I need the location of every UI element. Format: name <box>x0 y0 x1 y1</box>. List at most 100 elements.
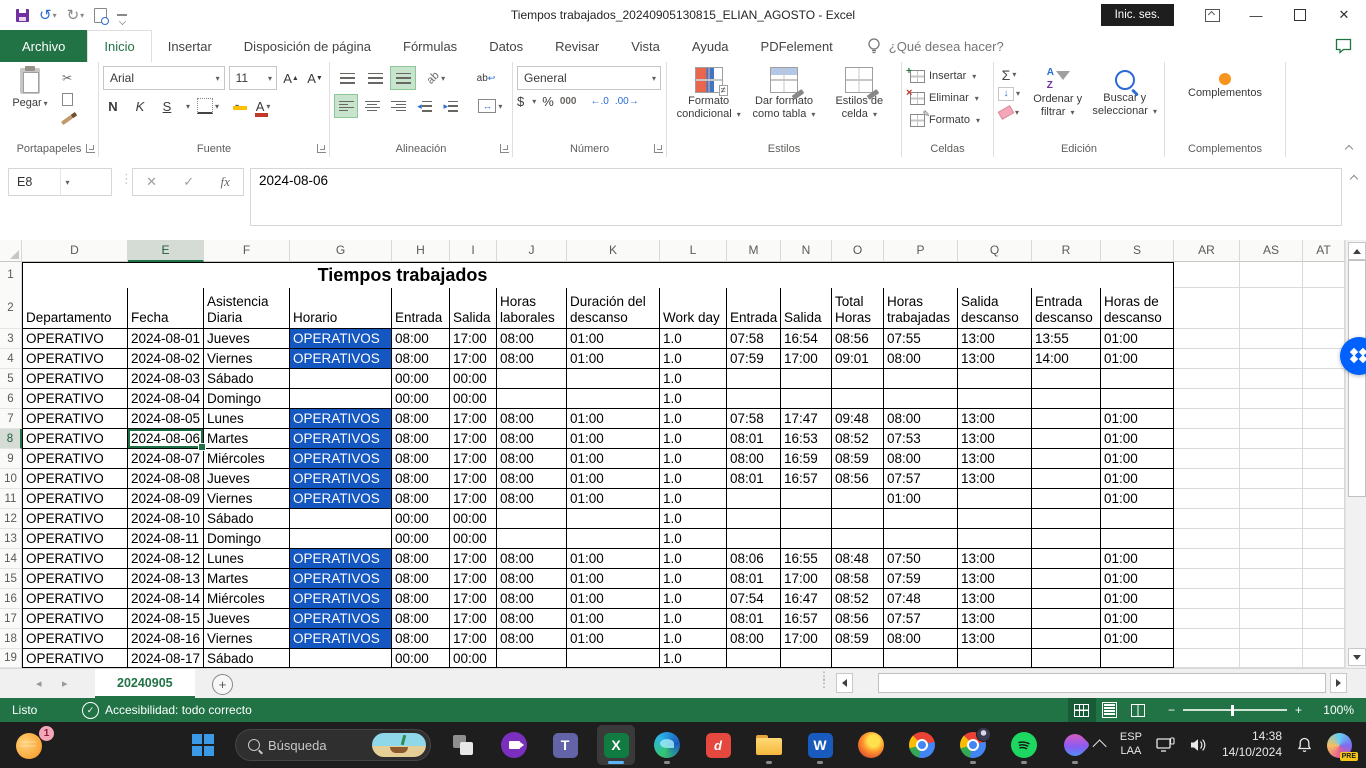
conditional-formatting-button[interactable]: Formato condicional ▾ <box>671 66 746 140</box>
cell-AT[interactable] <box>1303 469 1345 489</box>
addins-button[interactable]: Complementos <box>1180 66 1270 140</box>
cell-E5[interactable]: 2024-08-03 <box>128 369 204 389</box>
cell-O18[interactable]: 08:59 <box>832 629 884 649</box>
increase-indent-button[interactable]: ▸ <box>439 94 463 118</box>
cell-O13[interactable] <box>832 529 884 549</box>
cell-AT[interactable] <box>1303 549 1345 569</box>
cell-H19[interactable]: 00:00 <box>392 649 450 668</box>
header-cell-J2[interactable]: Horas laborales <box>497 288 567 329</box>
zoom-out-button[interactable]: − <box>1168 703 1175 717</box>
cell-E6[interactable]: 2024-08-04 <box>128 389 204 409</box>
header-cell-R2[interactable]: Entrada descanso <box>1032 288 1101 329</box>
cell-D7[interactable]: OPERATIVO <box>22 409 128 429</box>
cell-R5[interactable] <box>1032 369 1101 389</box>
comma-format-button[interactable]: 000 <box>560 96 577 107</box>
cell-M7[interactable]: 07:58 <box>727 409 781 429</box>
cell-K13[interactable] <box>567 529 660 549</box>
undo-button[interactable]: ↺ ▾ <box>39 8 57 23</box>
cell-AT[interactable] <box>1303 589 1345 609</box>
cell-L11[interactable]: 1.0 <box>660 489 727 509</box>
cell-D10[interactable]: OPERATIVO <box>22 469 128 489</box>
cell-Q4[interactable]: 13:00 <box>958 349 1032 369</box>
ribbon-display-options-button[interactable] <box>1190 0 1234 30</box>
cell-P13[interactable] <box>884 529 958 549</box>
scroll-up-button[interactable] <box>1348 242 1366 260</box>
cell-K6[interactable] <box>567 389 660 409</box>
cell-M4[interactable]: 07:59 <box>727 349 781 369</box>
cell-S9[interactable]: 01:00 <box>1101 449 1174 469</box>
cell-K16[interactable]: 01:00 <box>567 589 660 609</box>
cell-AR[interactable] <box>1174 262 1240 288</box>
firefox-button[interactable] <box>852 725 890 765</box>
cell-AS[interactable] <box>1240 262 1303 288</box>
cell-N19[interactable] <box>781 649 832 668</box>
cell-N14[interactable]: 16:55 <box>781 549 832 569</box>
row-header-3[interactable]: 3 <box>0 329 22 349</box>
cell-AR[interactable] <box>1174 569 1240 589</box>
cell-AS[interactable] <box>1240 409 1303 429</box>
cut-button[interactable]: ✂ <box>56 69 78 87</box>
cell-S14[interactable]: 01:00 <box>1101 549 1174 569</box>
cell-K11[interactable]: 01:00 <box>567 489 660 509</box>
cell-N4[interactable]: 17:00 <box>781 349 832 369</box>
language-indicator[interactable]: ESP LAA <box>1120 731 1142 759</box>
cell-S15[interactable]: 01:00 <box>1101 569 1174 589</box>
cell-E19[interactable]: 2024-08-17 <box>128 649 204 668</box>
cell-F11[interactable]: Viernes <box>204 489 290 509</box>
cell-E9[interactable]: 2024-08-07 <box>128 449 204 469</box>
sign-in-button[interactable]: Inic. ses. <box>1100 4 1174 26</box>
cell-N6[interactable] <box>781 389 832 409</box>
cell-AT[interactable] <box>1303 288 1345 329</box>
row-header-10[interactable]: 10 <box>0 469 22 489</box>
cell-Q16[interactable]: 13:00 <box>958 589 1032 609</box>
cell-S12[interactable] <box>1101 509 1174 529</box>
header-cell-F2[interactable]: Asistencia Diaria <box>204 288 290 329</box>
zoom-level[interactable]: 100% <box>1312 703 1366 717</box>
ribbon-tab-pdfelement[interactable]: PDFelement <box>745 30 849 62</box>
tray-overflow-button[interactable] <box>1092 739 1107 754</box>
cell-P14[interactable]: 07:50 <box>884 549 958 569</box>
cell-J15[interactable]: 08:00 <box>497 569 567 589</box>
cell-AR[interactable] <box>1174 489 1240 509</box>
cell-F4[interactable]: Viernes <box>204 349 290 369</box>
cell-S3[interactable]: 01:00 <box>1101 329 1174 349</box>
cell-L12[interactable]: 1.0 <box>660 509 727 529</box>
cell-S17[interactable]: 01:00 <box>1101 609 1174 629</box>
cell-AS[interactable] <box>1240 389 1303 409</box>
word-button[interactable]: W <box>801 725 839 765</box>
cell-I11[interactable]: 17:00 <box>450 489 497 509</box>
cell-H12[interactable]: 00:00 <box>392 509 450 529</box>
cell-L5[interactable]: 1.0 <box>660 369 727 389</box>
display-icon[interactable] <box>1156 737 1175 753</box>
cell-AR[interactable] <box>1174 629 1240 649</box>
cell-I15[interactable]: 17:00 <box>450 569 497 589</box>
cell-M14[interactable]: 08:06 <box>727 549 781 569</box>
cell-D6[interactable]: OPERATIVO <box>22 389 128 409</box>
column-header-E[interactable]: E <box>128 240 204 262</box>
align-bottom-button[interactable] <box>390 66 416 90</box>
tell-me-box[interactable]: ¿Qué desea hacer? <box>867 30 1004 62</box>
cell-H17[interactable]: 08:00 <box>392 609 450 629</box>
cell-H15[interactable]: 08:00 <box>392 569 450 589</box>
cell-P10[interactable]: 07:57 <box>884 469 958 489</box>
cell-J16[interactable]: 08:00 <box>497 589 567 609</box>
cell-M12[interactable] <box>727 509 781 529</box>
cell-J11[interactable]: 08:00 <box>497 489 567 509</box>
cell-P18[interactable]: 08:00 <box>884 629 958 649</box>
cell-AR[interactable] <box>1174 549 1240 569</box>
cell-N17[interactable]: 16:57 <box>781 609 832 629</box>
chrome-profile-button[interactable] <box>954 725 992 765</box>
cell-O14[interactable]: 08:48 <box>832 549 884 569</box>
zoom-slider[interactable] <box>1182 704 1287 716</box>
cell-Q10[interactable]: 13:00 <box>958 469 1032 489</box>
insert-cells-button[interactable]: Insertar▾ <box>906 66 989 86</box>
cell-K17[interactable]: 01:00 <box>567 609 660 629</box>
cell-O10[interactable]: 08:56 <box>832 469 884 489</box>
format-as-table-button[interactable]: Dar formato como tabla ▾ <box>746 66 821 140</box>
cell-I16[interactable]: 17:00 <box>450 589 497 609</box>
cell-M19[interactable] <box>727 649 781 668</box>
cell-E13[interactable]: 2024-08-11 <box>128 529 204 549</box>
cell-M6[interactable] <box>727 389 781 409</box>
fill-handle[interactable] <box>198 443 206 451</box>
teams-button[interactable]: T <box>546 725 584 765</box>
